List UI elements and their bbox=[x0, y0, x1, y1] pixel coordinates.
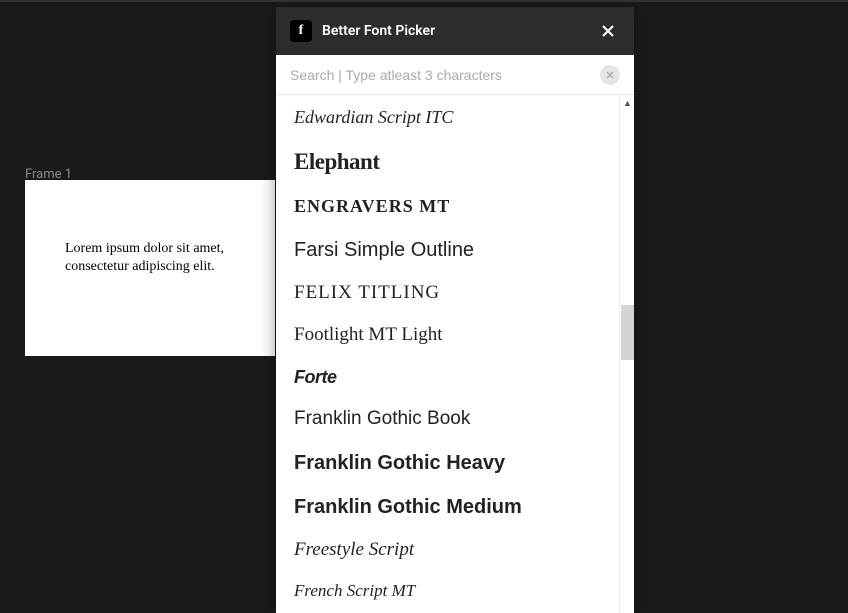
font-list[interactable]: Edwardian Script ITC Elephant ENGRAVERS … bbox=[276, 95, 619, 613]
font-item-forte[interactable]: Forte bbox=[276, 357, 619, 398]
font-item-farsi-simple-outline[interactable]: Farsi Simple Outline bbox=[276, 228, 619, 272]
font-item-franklin-gothic-heavy[interactable]: Franklin Gothic Heavy bbox=[276, 441, 619, 485]
picker-title: Better Font Picker bbox=[322, 23, 435, 39]
font-item-freestyle-script[interactable]: Freestyle Script bbox=[276, 529, 619, 572]
font-item-felix-titling[interactable]: FELIX TITLING bbox=[276, 272, 619, 315]
font-item-french-script-mt[interactable]: French Script MT bbox=[276, 571, 619, 611]
app-icon: f bbox=[290, 20, 312, 42]
font-item-franklin-gothic-medium[interactable]: Franklin Gothic Medium bbox=[276, 485, 619, 529]
close-button[interactable] bbox=[596, 19, 620, 43]
font-item-footlight-mt-light[interactable]: Footlight MT Light bbox=[276, 314, 619, 357]
scroll-arrow-up-icon[interactable]: ▲ bbox=[620, 97, 634, 109]
search-row bbox=[276, 55, 634, 95]
font-list-container: Edwardian Script ITC Elephant ENGRAVERS … bbox=[276, 95, 634, 613]
frame[interactable]: Lorem ipsum dolor sit amet, consectetur … bbox=[25, 180, 275, 356]
clear-icon bbox=[605, 70, 615, 80]
font-item-elephant[interactable]: Elephant bbox=[276, 138, 619, 186]
clear-search-button[interactable] bbox=[600, 65, 620, 85]
font-picker-panel: f Better Font Picker Edwardian Script IT… bbox=[276, 7, 634, 613]
font-item-edwardian-script-itc[interactable]: Edwardian Script ITC bbox=[276, 97, 619, 138]
scroll-thumb[interactable] bbox=[621, 305, 634, 360]
picker-header: f Better Font Picker bbox=[276, 7, 634, 55]
picker-header-left: f Better Font Picker bbox=[290, 20, 435, 42]
search-input[interactable] bbox=[290, 67, 592, 83]
frame-text-content[interactable]: Lorem ipsum dolor sit amet, consectetur … bbox=[65, 240, 245, 275]
font-item-franklin-gothic-book[interactable]: Franklin Gothic Book bbox=[276, 398, 619, 441]
scrollbar-track[interactable]: ▲ bbox=[619, 95, 634, 613]
canvas-area[interactable]: Frame 1 Lorem ipsum dolor sit amet, cons… bbox=[0, 2, 848, 611]
close-icon bbox=[600, 23, 616, 39]
font-item-engravers-mt[interactable]: ENGRAVERS MT bbox=[276, 186, 619, 227]
